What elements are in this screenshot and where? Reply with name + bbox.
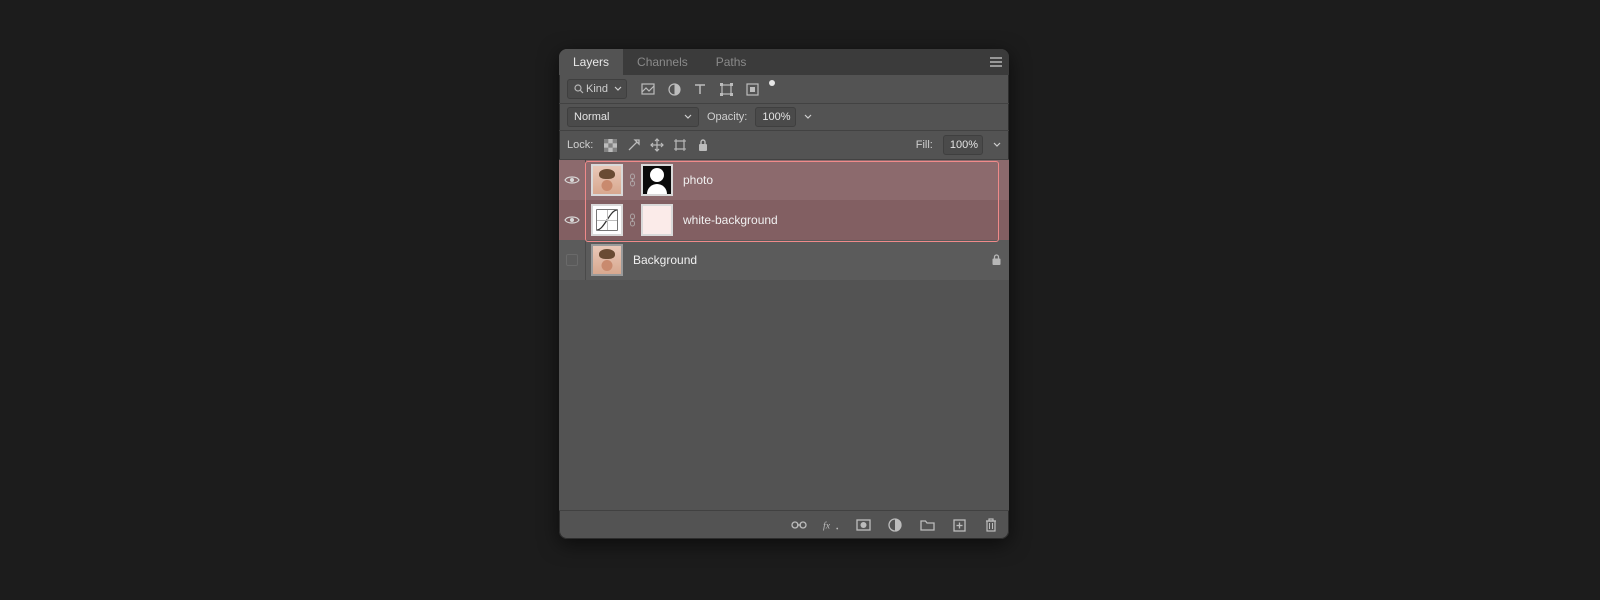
lock-icon[interactable] [983, 254, 1009, 266]
layer-list: photo white-background [559, 160, 1009, 510]
panel-tabs: Layers Channels Paths [559, 49, 1009, 75]
filter-adjustment-icon[interactable] [667, 82, 681, 96]
opacity-label: Opacity: [707, 111, 747, 123]
fx-icon[interactable]: fx [823, 517, 839, 533]
visibility-toggle[interactable] [559, 240, 586, 280]
svg-text:fx: fx [823, 521, 831, 531]
opacity-value: 100% [762, 111, 790, 123]
new-layer-icon[interactable] [951, 517, 967, 533]
eye-icon [564, 214, 580, 226]
visibility-empty-icon [566, 254, 578, 266]
chevron-down-icon [684, 114, 692, 120]
mask-thumbnail[interactable] [641, 164, 673, 196]
tab-paths[interactable]: Paths [702, 49, 761, 75]
layer-row[interactable]: white-background [559, 200, 1009, 240]
filter-kind-dropdown[interactable]: Kind [567, 79, 627, 99]
search-icon [574, 84, 584, 94]
layer-name[interactable]: white-background [683, 213, 778, 227]
trash-icon[interactable] [983, 517, 999, 533]
fill-value: 100% [950, 139, 978, 151]
lock-all-icon[interactable] [695, 138, 710, 153]
layer-row[interactable]: photo [559, 160, 1009, 200]
link-layers-icon[interactable] [791, 517, 807, 533]
adjustment-layer-icon[interactable] [887, 517, 903, 533]
layer-row[interactable]: Background [559, 240, 1009, 280]
lock-position-icon[interactable] [649, 138, 664, 153]
tab-channels[interactable]: Channels [623, 49, 702, 75]
visibility-toggle[interactable] [559, 200, 586, 240]
filter-toggle-indicator[interactable] [769, 80, 775, 86]
layer-thumbnail[interactable] [591, 204, 623, 236]
link-icon[interactable] [628, 173, 636, 187]
filter-shape-icon[interactable] [719, 82, 733, 96]
tab-layers[interactable]: Layers [559, 49, 623, 75]
filter-pixel-icon[interactable] [641, 82, 655, 96]
blend-row: Normal Opacity: 100% [559, 104, 1009, 131]
panel-menu-icon[interactable] [983, 57, 1009, 67]
layer-name[interactable]: Background [633, 253, 697, 267]
chevron-down-icon [614, 86, 622, 92]
layer-thumbnail[interactable] [591, 244, 623, 276]
filter-row: Kind [559, 75, 1009, 104]
lock-transparency-icon[interactable] [603, 138, 618, 153]
mask-thumbnail[interactable] [641, 204, 673, 236]
fill-label: Fill: [916, 139, 933, 151]
lock-label: Lock: [567, 139, 593, 151]
blend-mode-value: Normal [574, 111, 609, 123]
chevron-down-icon[interactable] [804, 114, 812, 120]
layer-name[interactable]: photo [683, 173, 713, 187]
filter-type-icon[interactable] [693, 82, 707, 96]
lock-row: Lock: Fill: 1 [559, 131, 1009, 160]
lock-image-icon[interactable] [626, 138, 641, 153]
visibility-toggle[interactable] [559, 160, 586, 200]
opacity-input[interactable]: 100% [755, 107, 795, 127]
eye-icon [564, 174, 580, 186]
blend-mode-dropdown[interactable]: Normal [567, 107, 699, 127]
link-icon[interactable] [628, 213, 636, 227]
panel-footer: fx [559, 510, 1009, 539]
add-mask-icon[interactable] [855, 517, 871, 533]
layers-panel: Layers Channels Paths Kind [559, 49, 1009, 539]
fill-input[interactable]: 100% [943, 135, 983, 155]
chevron-down-icon[interactable] [993, 142, 1001, 148]
lock-artboard-icon[interactable] [672, 138, 687, 153]
layer-thumbnail[interactable] [591, 164, 623, 196]
new-group-icon[interactable] [919, 517, 935, 533]
filter-smartobject-icon[interactable] [745, 82, 759, 96]
filter-kind-label: Kind [586, 83, 608, 95]
